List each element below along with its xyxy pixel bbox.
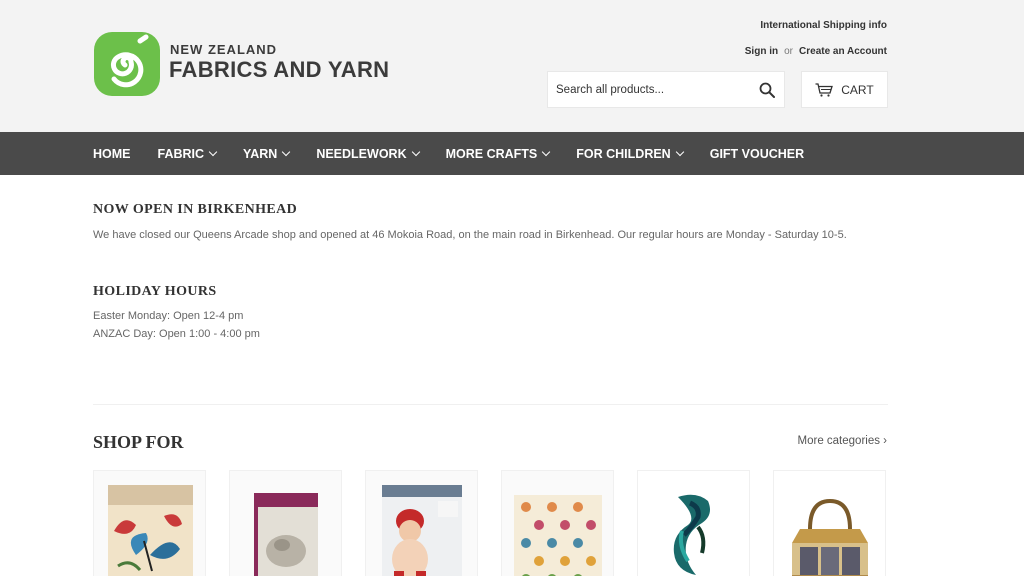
nav-item-more-crafts[interactable]: MORE CRAFTS	[445, 146, 551, 161]
chevron-down-icon	[675, 147, 684, 156]
search-icon	[759, 82, 775, 98]
nav-label: GIFT VOUCHER	[709, 146, 805, 161]
chevron-down-icon	[208, 147, 218, 156]
nav-item-yarn[interactable]: YARN	[243, 146, 291, 161]
sign-in-link[interactable]: Sign in	[745, 46, 778, 57]
owl-fabric-image	[514, 495, 602, 576]
category-card[interactable]	[365, 470, 478, 576]
nav-item-needlework[interactable]: NEEDLEWORK	[316, 146, 420, 161]
tote-bag-image	[774, 471, 885, 576]
nav-item-fabric[interactable]: FABRIC	[157, 146, 218, 161]
account-links: Sign in or Create an Account	[745, 46, 887, 57]
or-text: or	[784, 46, 794, 57]
birkenhead-text: We have closed our Queens Arcade shop an…	[93, 229, 847, 241]
chevron-down-icon	[282, 147, 291, 156]
holiday-hours-line: Easter Monday: Open 12-4 pm	[93, 310, 244, 322]
nav-label: MORE CRAFTS	[445, 146, 538, 161]
pattern-book-image	[254, 493, 318, 576]
shipping-info-link[interactable]: International Shipping info	[760, 20, 887, 31]
category-card[interactable]	[501, 470, 614, 576]
nav-label: FOR CHILDREN	[576, 146, 671, 161]
main-nav: HOME FABRIC YARN NEEDLEWORK MORE CRAFTS …	[0, 132, 1024, 175]
create-account-link[interactable]: Create an Account	[799, 46, 887, 57]
cart-icon	[815, 82, 834, 97]
search-button[interactable]	[750, 72, 784, 107]
nav-item-gift-voucher[interactable]: GIFT VOUCHER	[710, 147, 804, 161]
logo-line-2: FABRICS AND YARN	[169, 57, 390, 82]
nav-label: YARN	[243, 146, 278, 161]
search-input[interactable]	[548, 72, 750, 107]
search-bar	[547, 71, 785, 108]
category-card[interactable]	[637, 470, 750, 576]
category-grid	[93, 470, 886, 576]
nav-label: HOME	[93, 146, 131, 161]
category-card[interactable]	[229, 470, 342, 576]
cart-button[interactable]: CART	[801, 71, 888, 108]
site-logo[interactable]: NEW ZEALAND FABRICS AND YARN	[93, 28, 423, 98]
more-categories-link[interactable]: More categories ›	[798, 435, 887, 447]
spiral-logo-icon	[94, 32, 160, 96]
butterfly-magazine-image	[108, 485, 193, 576]
nav-item-home[interactable]: HOME	[93, 147, 131, 161]
holiday-hours-heading: HOLIDAY HOURS	[93, 284, 217, 299]
nav-label: NEEDLEWORK	[316, 146, 407, 161]
header: NEW ZEALAND FABRICS AND YARN Internation…	[0, 0, 1024, 132]
holiday-hours-line: ANZAC Day: Open 1:00 - 4:00 pm	[93, 328, 260, 340]
baby-knitwear-image	[382, 485, 462, 576]
category-card[interactable]	[93, 470, 206, 576]
hand-dyed-yarn-image	[638, 471, 749, 576]
shop-for-heading: SHOP FOR	[93, 432, 184, 452]
logo-line-1: NEW ZEALAND	[170, 42, 278, 57]
birkenhead-heading: NOW OPEN IN BIRKENHEAD	[93, 202, 298, 217]
section-divider	[93, 404, 888, 405]
nav-item-for-children[interactable]: FOR CHILDREN	[576, 146, 684, 161]
chevron-down-icon	[542, 147, 551, 156]
nav-label: FABRIC	[157, 146, 205, 161]
category-card[interactable]	[773, 470, 886, 576]
chevron-down-icon	[411, 147, 420, 156]
cart-label: CART	[841, 82, 874, 97]
